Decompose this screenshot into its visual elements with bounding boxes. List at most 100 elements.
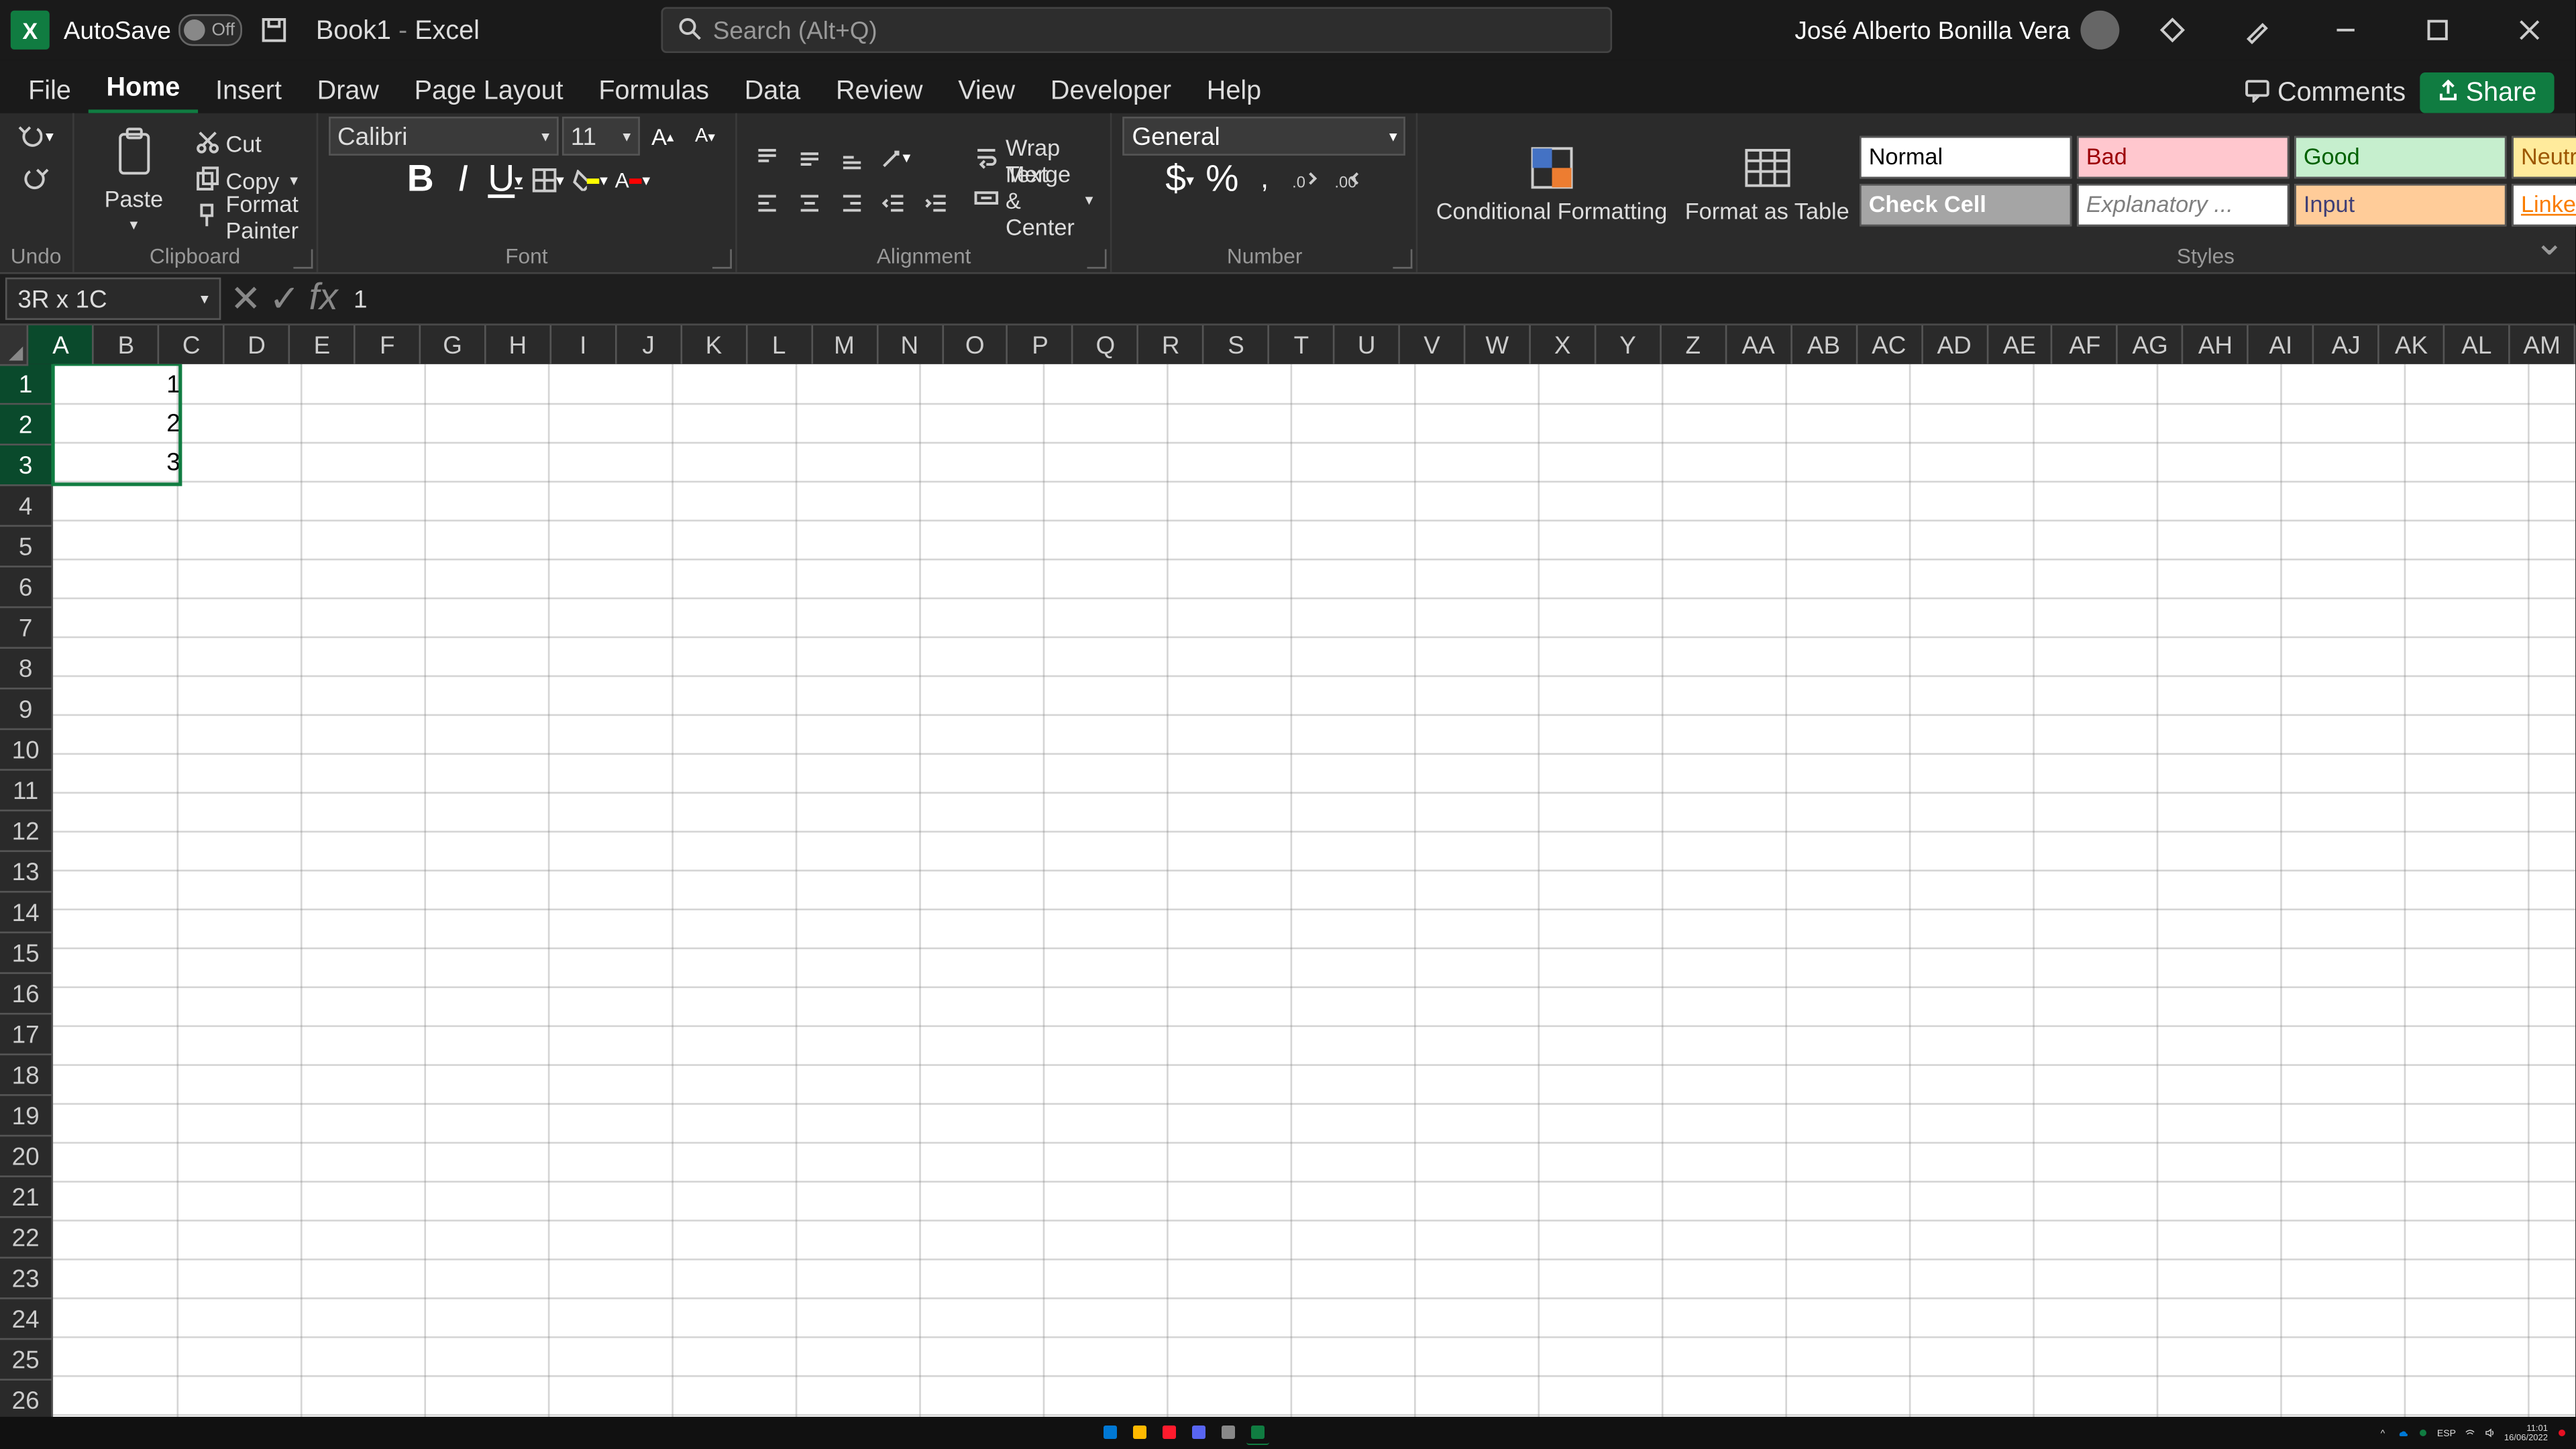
column-header-A[interactable]: A	[29, 325, 94, 366]
tab-home[interactable]: Home	[89, 65, 198, 113]
align-center-button[interactable]	[790, 183, 829, 222]
tray-wifi-icon[interactable]	[2464, 1427, 2476, 1439]
orientation-button[interactable]: ▾	[875, 139, 914, 178]
row-header-3[interactable]: 3	[0, 445, 53, 486]
tab-data[interactable]: Data	[727, 69, 818, 113]
row-header-14[interactable]: 14	[0, 893, 53, 934]
align-top-button[interactable]	[747, 139, 786, 178]
align-left-button[interactable]	[747, 183, 786, 222]
row-header-23[interactable]: 23	[0, 1258, 53, 1299]
font-size-combo[interactable]: 11▾	[562, 117, 640, 156]
row-header-9[interactable]: 9	[0, 690, 53, 731]
tray-sync-icon[interactable]	[2417, 1427, 2429, 1439]
increase-font-button[interactable]: A▴	[643, 117, 682, 156]
alignment-dialog-launcher[interactable]	[1088, 250, 1108, 269]
tab-developer[interactable]: Developer	[1033, 69, 1189, 113]
collapse-ribbon-button[interactable]: ⌄	[2534, 221, 2565, 265]
tab-help[interactable]: Help	[1189, 69, 1279, 113]
column-header-P[interactable]: P	[1008, 325, 1073, 366]
column-header-AC[interactable]: AC	[1857, 325, 1922, 366]
column-header-N[interactable]: N	[878, 325, 943, 366]
share-button[interactable]: Share	[2420, 72, 2554, 113]
row-header-25[interactable]: 25	[0, 1340, 53, 1381]
merge-center-button[interactable]: Merge & Center▾	[967, 183, 1100, 219]
column-header-Y[interactable]: Y	[1596, 325, 1661, 366]
column-header-AJ[interactable]: AJ	[2314, 325, 2379, 366]
tray-notifications-icon[interactable]	[2556, 1427, 2568, 1439]
tray-language[interactable]: ESP	[2437, 1428, 2456, 1438]
row-header-22[interactable]: 22	[0, 1218, 53, 1259]
column-header-C[interactable]: C	[160, 325, 225, 366]
cell-style-check-cell[interactable]: Check Cell	[1860, 183, 2072, 225]
cell-style-normal[interactable]: Normal	[1860, 136, 2072, 178]
column-header-E[interactable]: E	[290, 325, 356, 366]
column-header-V[interactable]: V	[1400, 325, 1465, 366]
save-icon[interactable]	[256, 12, 291, 48]
pen-icon[interactable]	[2240, 12, 2275, 48]
column-header-F[interactable]: F	[356, 325, 421, 366]
italic-button[interactable]: I	[443, 161, 482, 200]
column-header-AH[interactable]: AH	[2184, 325, 2249, 366]
column-header-T[interactable]: T	[1270, 325, 1335, 366]
taskbar-discord-icon[interactable]	[1187, 1421, 1210, 1444]
search-box[interactable]: Search (Alt+Q)	[661, 7, 1613, 54]
column-header-M[interactable]: M	[812, 325, 877, 366]
column-header-D[interactable]: D	[225, 325, 290, 366]
redo-button[interactable]	[17, 159, 56, 198]
column-header-J[interactable]: J	[616, 325, 682, 366]
row-header-7[interactable]: 7	[0, 608, 53, 649]
taskbar-clock[interactable]: 11:01 16/06/2022	[2504, 1424, 2548, 1442]
comments-button[interactable]: Comments	[2246, 77, 2406, 109]
bold-button[interactable]: B	[401, 161, 440, 200]
tab-view[interactable]: View	[941, 69, 1033, 113]
taskbar-explorer-icon[interactable]	[1128, 1421, 1151, 1444]
column-header-B[interactable]: B	[95, 325, 160, 366]
row-header-16[interactable]: 16	[0, 974, 53, 1015]
conditional-formatting-button[interactable]: Conditional Formatting	[1429, 122, 1674, 239]
row-header-5[interactable]: 5	[0, 527, 53, 568]
row-header-1[interactable]: 1	[0, 364, 53, 405]
column-header-AI[interactable]: AI	[2249, 325, 2314, 366]
row-header-6[interactable]: 6	[0, 568, 53, 608]
taskbar-opera-icon[interactable]	[1158, 1421, 1181, 1444]
taskbar-settings-icon[interactable]	[1217, 1421, 1240, 1444]
decrease-decimal-button[interactable]: .00	[1330, 161, 1369, 200]
column-header-AG[interactable]: AG	[2118, 325, 2184, 366]
column-header-L[interactable]: L	[747, 325, 812, 366]
close-button[interactable]	[2494, 3, 2565, 56]
taskbar-excel-icon[interactable]	[1246, 1421, 1269, 1445]
cell-style-input[interactable]: Input	[2295, 183, 2507, 225]
tab-formulas[interactable]: Formulas	[581, 69, 727, 113]
tab-review[interactable]: Review	[818, 69, 941, 113]
column-header-AD[interactable]: AD	[1923, 325, 1988, 366]
row-header-10[interactable]: 10	[0, 730, 53, 771]
insert-function-button[interactable]: fx	[304, 278, 343, 320]
row-header-19[interactable]: 19	[0, 1096, 53, 1137]
column-header-AM[interactable]: AM	[2510, 325, 2575, 366]
align-bottom-button[interactable]	[833, 139, 871, 178]
align-middle-button[interactable]	[790, 139, 829, 178]
diamond-icon[interactable]	[2155, 12, 2190, 48]
comma-format-button[interactable]: ,	[1245, 161, 1284, 200]
tray-chevron-icon[interactable]: ^	[2377, 1427, 2389, 1439]
maximize-button[interactable]	[2402, 3, 2473, 56]
number-format-combo[interactable]: General▾	[1123, 117, 1406, 156]
autosave-toggle[interactable]: Off	[178, 14, 241, 46]
column-header-AE[interactable]: AE	[1988, 325, 2053, 366]
column-header-S[interactable]: S	[1204, 325, 1269, 366]
paste-button[interactable]: Paste▾	[85, 122, 184, 239]
cell-A1[interactable]: 1	[53, 364, 186, 403]
column-header-K[interactable]: K	[682, 325, 747, 366]
tray-onedrive-icon[interactable]	[2397, 1427, 2409, 1439]
column-header-AF[interactable]: AF	[2053, 325, 2118, 366]
increase-decimal-button[interactable]: .0	[1287, 161, 1326, 200]
column-header-W[interactable]: W	[1465, 325, 1530, 366]
column-header-Q[interactable]: Q	[1074, 325, 1139, 366]
increase-indent-button[interactable]	[917, 183, 956, 222]
formula-bar-input[interactable]: 1	[343, 284, 2575, 313]
clipboard-dialog-launcher[interactable]	[293, 250, 313, 269]
cell-A3[interactable]: 3	[53, 442, 186, 481]
cell-style-bad[interactable]: Bad	[2078, 136, 2290, 178]
cell-A2[interactable]: 2	[53, 403, 186, 442]
column-header-G[interactable]: G	[421, 325, 486, 366]
